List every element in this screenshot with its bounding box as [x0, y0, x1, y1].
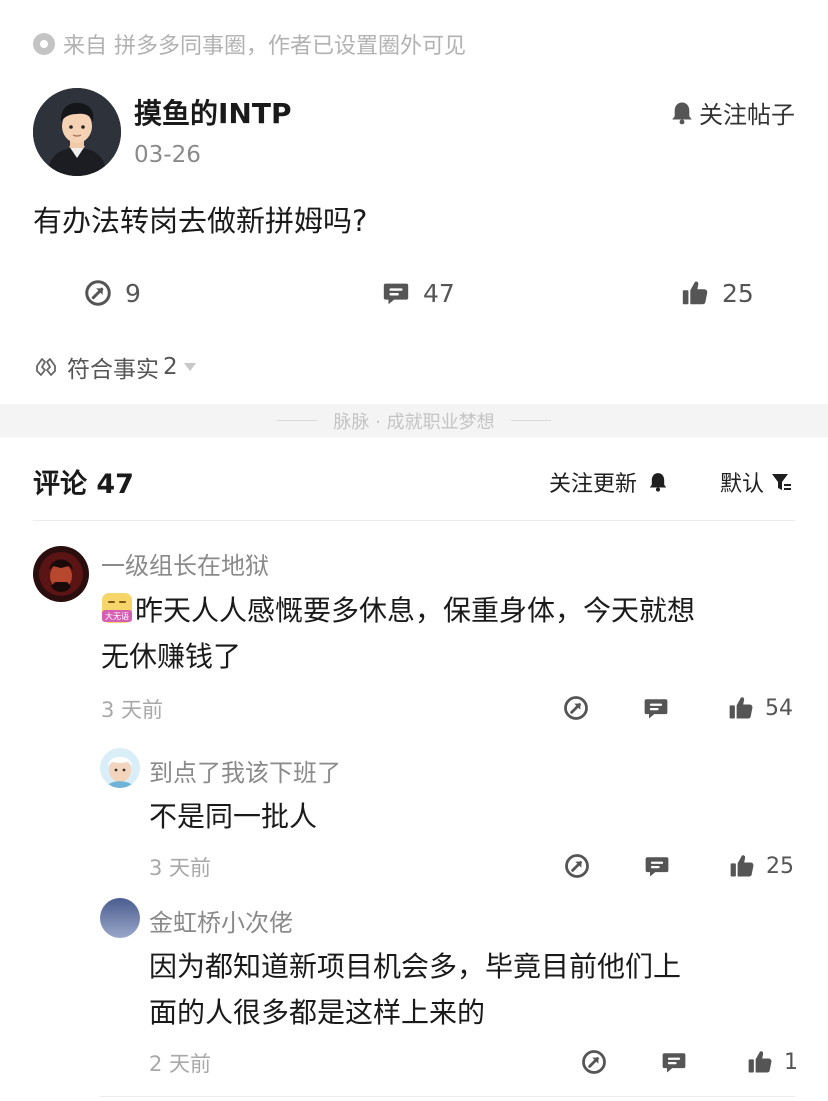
author-name[interactable]: 摸鱼的INTP: [134, 92, 291, 132]
comment-text: 因为都知道新项目机会多，毕竟目前他们上 面的人很多都是这样上来的: [149, 944, 681, 1036]
follow-post-button[interactable]: 关注帖子: [669, 95, 795, 130]
comment-icon[interactable]: [660, 1048, 688, 1076]
share-icon: [83, 278, 113, 308]
brand-slogan: 脉脉 · 成就职业梦想: [333, 411, 495, 433]
fact-label: 符合事实: [67, 357, 159, 383]
follow-update-button[interactable]: 关注更新: [549, 466, 669, 498]
divider: [33, 520, 795, 521]
avatar[interactable]: [100, 898, 140, 938]
circle-dot-icon: [33, 33, 55, 55]
comment-text-line1: 昨天人人感慨要多休息，保重身体，今天就想: [135, 594, 696, 627]
author-avatar[interactable]: [33, 88, 121, 176]
avatar[interactable]: [33, 546, 89, 602]
comment-like-count: 25: [766, 853, 794, 879]
divider: [100, 1096, 795, 1097]
comment-like-button[interactable]: 25: [728, 852, 794, 880]
comment-icon[interactable]: [643, 852, 671, 880]
like-count: 25: [722, 278, 754, 308]
divider-line: [277, 420, 318, 421]
commenter-name[interactable]: 到点了我该下班了: [149, 753, 341, 788]
follow-update-label: 关注更新: [549, 472, 638, 497]
brand-divider: 脉脉 · 成就职业梦想: [0, 404, 828, 437]
comment-count: 47: [423, 278, 455, 308]
comment-text-line2: 面的人很多都是这样上来的: [149, 996, 486, 1029]
thumbs-up-icon: [728, 852, 756, 880]
source-text: 来自 拼多多同事圈，作者已设置圈外可见: [63, 34, 466, 59]
comment-like-count: 1: [784, 1049, 798, 1075]
fact-count: 2: [163, 354, 178, 380]
thumbs-up-icon: [746, 1048, 774, 1076]
follow-post-label: 关注帖子: [699, 101, 795, 129]
commenter-name[interactable]: 一级组长在地狱: [101, 546, 269, 581]
comments-title: 评论 47: [33, 469, 134, 500]
source-line: 来自 拼多多同事圈，作者已设置圈外可见: [33, 28, 466, 60]
emoji-badge-icon: 大无语: [102, 593, 132, 623]
emoji-badge-text: 大无语: [105, 611, 129, 621]
comment-text: 不是同一批人: [149, 800, 318, 833]
bell-icon: [669, 100, 695, 126]
share-icon[interactable]: [563, 852, 591, 880]
bell-icon: [647, 471, 669, 493]
thumbs-up-icon: [727, 694, 755, 722]
comment-icon: [381, 278, 411, 308]
comment-text: 大无语 昨天人人感慨要多休息，保重身体，今天就想 无休赚钱了: [101, 588, 695, 680]
fact-vote-button[interactable]: 符合事实 2: [33, 350, 196, 384]
share-icon[interactable]: [580, 1048, 608, 1076]
commenter-name[interactable]: 金虹桥小次佬: [149, 903, 293, 938]
caret-down-icon: [183, 363, 196, 371]
comment-time: 3 天前: [149, 856, 212, 880]
filter-icon: [772, 474, 792, 490]
comment-time: 3 天前: [101, 698, 164, 722]
share-count: 9: [125, 278, 141, 308]
post-date: 03-26: [134, 142, 201, 168]
comment-text-line2: 无休赚钱了: [101, 640, 242, 673]
like-button[interactable]: 25: [680, 278, 754, 308]
thumbs-up-icon: [680, 278, 710, 308]
comment-button[interactable]: 47: [381, 278, 455, 308]
sort-label: 默认: [720, 472, 765, 497]
comment-like-button[interactable]: 1: [746, 1048, 798, 1076]
sort-button[interactable]: 默认: [720, 466, 792, 498]
avatar[interactable]: [100, 748, 140, 788]
comment-icon[interactable]: [642, 694, 670, 722]
comment-text-line1: 因为都知道新项目机会多，毕竟目前他们上: [149, 950, 682, 983]
share-icon[interactable]: [562, 694, 590, 722]
share-button[interactable]: 9: [83, 278, 141, 308]
divider-line: [510, 420, 551, 421]
comment-time: 2 天前: [149, 1052, 212, 1076]
comment-like-count: 54: [765, 695, 793, 721]
hands-icon: [36, 358, 56, 376]
comment-like-button[interactable]: 54: [727, 694, 793, 722]
post-content: 有办法转岗去做新拼姆吗?: [33, 204, 368, 238]
